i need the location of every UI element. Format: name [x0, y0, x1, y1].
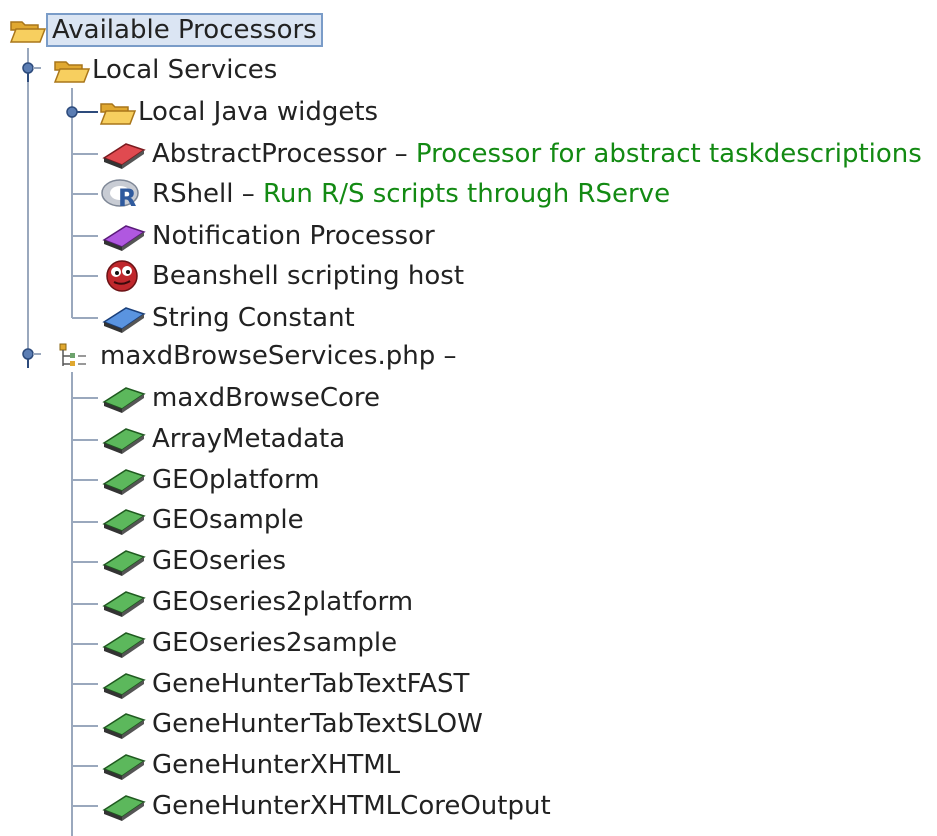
folder-open-icon [8, 12, 48, 48]
collapse-toggle-maxd[interactable] [17, 346, 41, 370]
tree-node-service-operation[interactable]: GeneHunterXHTML [100, 747, 400, 783]
collapse-toggle-local-services[interactable] [17, 60, 41, 84]
green-processor-icon [100, 543, 146, 579]
tree-node-beanshell[interactable]: Beanshell scripting host [100, 258, 464, 294]
processor-name: AbstractProcessor [152, 139, 387, 169]
folder-open-icon [98, 94, 138, 130]
processor-description: Run R/S scripts through RServe [263, 179, 671, 209]
tree-node-label: Local Java widgets [138, 97, 379, 127]
tree-node-string-constant[interactable]: String Constant [100, 300, 355, 336]
tree-node-label: maxdBrowseServices.php – [100, 341, 457, 371]
green-processor-icon [100, 462, 146, 498]
tree-node-local-java-widgets[interactable]: Local Java widgets [98, 94, 378, 130]
tree-node-service-operation[interactable]: GEOplatform [100, 462, 320, 498]
operation-name: maxdBrowseCore [152, 383, 380, 413]
folder-open-icon [52, 52, 92, 88]
green-processor-icon [100, 584, 146, 620]
tree-node-service-operation[interactable]: GeneHunterTabTextSLOW [100, 706, 483, 742]
separator: – [386, 139, 416, 169]
green-processor-icon [100, 747, 146, 783]
tree-node-abstract-processor[interactable]: AbstractProcessor – Processor for abstra… [100, 136, 922, 172]
green-processor-icon [100, 380, 146, 416]
operation-name: GeneHunterXHTML [152, 750, 401, 780]
blue-processor-icon [100, 300, 146, 336]
operation-name: GEOsample [152, 505, 304, 535]
processor-name: Notification Processor [152, 221, 435, 251]
tree-node-service-operation[interactable]: GEOseries [100, 543, 286, 579]
tree-node-service-operation[interactable]: GEOseries2platform [100, 584, 413, 620]
tree-node-available-processors[interactable]: Available Processors [8, 12, 323, 48]
operation-name: GEOseries [152, 546, 287, 576]
tree-node-label: Local Services [92, 55, 278, 85]
tree-node-notification-processor[interactable]: Notification Processor [100, 218, 435, 254]
tree-node-rshell[interactable]: R RShell – Run R/S scripts through RServ… [100, 176, 670, 212]
operation-name: GEOplatform [152, 465, 320, 495]
green-processor-icon [100, 421, 146, 457]
tree-node-service-operation[interactable]: ArrayMetadata [100, 421, 345, 457]
green-processor-icon [100, 502, 146, 538]
tree-node-service-operation[interactable]: GeneHunterTabTextFAST [100, 666, 469, 702]
tree-node-service-operation[interactable]: GEOsample [100, 502, 304, 538]
tree-node-service-operation[interactable]: GeneHunterXHTMLCoreOutput [100, 788, 551, 824]
green-processor-icon [100, 706, 146, 742]
processor-tree: Available Processors Local Services Loca… [0, 0, 937, 836]
operation-name: GEOseries2sample [152, 628, 398, 658]
operation-name: GEOseries2platform [152, 587, 414, 617]
operation-name: ArrayMetadata [152, 424, 346, 454]
green-processor-icon [100, 625, 146, 661]
tree-node-maxd-browse-services[interactable]: maxdBrowseServices.php – [56, 338, 456, 374]
tree-node-local-services[interactable]: Local Services [52, 52, 277, 88]
tree-node-label: Available Processors [46, 13, 323, 47]
operation-name: GeneHunterTabTextSLOW [152, 709, 483, 739]
expand-toggle-java-widgets[interactable] [62, 100, 98, 124]
processor-name: RShell [152, 179, 234, 209]
green-processor-icon [100, 788, 146, 824]
processor-name: Beanshell scripting host [152, 261, 465, 291]
tree-node-service-operation[interactable]: maxdBrowseCore [100, 380, 380, 416]
processor-description: Processor for abstract taskdescriptions [415, 139, 922, 169]
r-logo-icon: R [100, 176, 140, 212]
green-processor-icon [100, 666, 146, 702]
operation-name: GeneHunterXHTMLCoreOutput [152, 791, 551, 821]
beanshell-icon [100, 258, 140, 294]
wsdl-tree-icon [56, 338, 100, 374]
tree-node-service-operation[interactable]: GEOseries2sample [100, 625, 397, 661]
separator: – [233, 179, 264, 209]
processor-name: String Constant [152, 303, 355, 333]
operation-name: GeneHunterTabTextFAST [152, 669, 470, 699]
red-processor-icon [100, 136, 146, 172]
purple-processor-icon [100, 218, 146, 254]
svg-text:R: R [118, 184, 136, 212]
